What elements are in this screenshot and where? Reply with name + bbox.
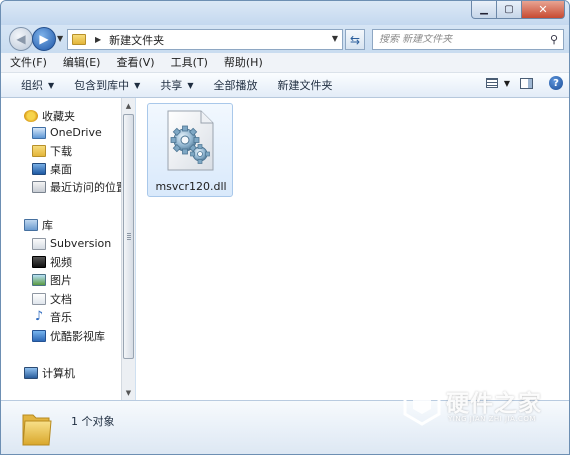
recent-pages-dropdown-icon[interactable]: ▼ bbox=[57, 34, 63, 43]
youku-library-icon bbox=[32, 329, 46, 342]
play-all-label: 全部播放 bbox=[213, 79, 258, 92]
nav-pane-scrollbar[interactable]: ▲ ▼ bbox=[121, 98, 135, 400]
address-row: ◀ ▶ ▼ ▶ 新建文件夹 ▼ ⇆ ⚲ bbox=[1, 25, 569, 53]
nav-computer[interactable]: 计算机 bbox=[1, 364, 75, 381]
menu-help[interactable]: 帮助(H) bbox=[215, 54, 270, 72]
refresh-icon: ⇆ bbox=[349, 32, 361, 47]
view-controls: ▼ ? bbox=[485, 76, 563, 90]
search-box[interactable]: ⚲ bbox=[372, 29, 564, 50]
scrollbar-thumb[interactable] bbox=[123, 114, 134, 359]
minimize-button[interactable]: ▁ bbox=[471, 1, 497, 19]
organize-button[interactable]: 组织 ▼ bbox=[1, 74, 64, 96]
watermark-url: YING JIAN ZHI JIA.COM bbox=[448, 415, 536, 423]
share-label: 共享 bbox=[160, 79, 183, 92]
menu-view[interactable]: 查看(V) bbox=[107, 54, 161, 72]
nav-item-label: 最近访问的位置 bbox=[50, 180, 121, 194]
window-controls: ▁ ▢ ✕ bbox=[471, 1, 565, 19]
nav-item-videos[interactable]: 视频 bbox=[1, 253, 72, 270]
nav-favorites-label: 收藏夹 bbox=[42, 109, 75, 123]
share-button[interactable]: 共享 ▼ bbox=[150, 74, 203, 96]
refresh-button[interactable]: ⇆ bbox=[345, 29, 365, 50]
documents-icon bbox=[32, 292, 46, 305]
item-count: 1 个对象 bbox=[71, 415, 115, 428]
scroll-down-arrow-icon[interactable]: ▼ bbox=[122, 385, 135, 400]
nav-item-label: 音乐 bbox=[50, 310, 72, 324]
new-folder-button[interactable]: 新建文件夹 bbox=[267, 74, 342, 96]
navigation-pane: 收藏夹 OneDrive 下载 桌面 最近访问的位置 库 Subversion bbox=[1, 98, 121, 400]
maximize-button[interactable]: ▢ bbox=[497, 1, 522, 19]
nav-item-label: OneDrive bbox=[50, 126, 102, 139]
chevron-down-icon: ▼ bbox=[48, 80, 55, 90]
organize-label: 组织 bbox=[21, 79, 43, 92]
menu-edit[interactable]: 编辑(E) bbox=[54, 54, 108, 72]
nav-item-label: 文档 bbox=[50, 292, 72, 306]
onedrive-icon bbox=[32, 126, 46, 139]
nav-item-desktop[interactable]: 桌面 bbox=[1, 160, 72, 177]
nav-item-onedrive[interactable]: OneDrive bbox=[1, 124, 102, 141]
dll-gear-icon bbox=[167, 110, 214, 171]
folder-icon bbox=[72, 34, 86, 45]
folder-icon bbox=[22, 414, 52, 446]
forward-button[interactable]: ▶ bbox=[32, 27, 56, 51]
include-in-library-button[interactable]: 包含到库中 ▼ bbox=[64, 74, 150, 96]
nav-item-documents[interactable]: 文档 bbox=[1, 290, 72, 307]
nav-favorites[interactable]: 收藏夹 bbox=[1, 107, 75, 124]
menu-bar: 文件(F) 编辑(E) 查看(V) 工具(T) 帮助(H) bbox=[1, 53, 569, 73]
desktop-icon bbox=[32, 162, 46, 175]
close-button[interactable]: ✕ bbox=[522, 1, 565, 19]
menu-tools[interactable]: 工具(T) bbox=[162, 54, 215, 72]
scrollbar-grip bbox=[127, 233, 131, 240]
search-icon[interactable]: ⚲ bbox=[550, 33, 558, 46]
command-bar: 组织 ▼ 包含到库中 ▼ 共享 ▼ 全部播放 新建文件夹 ▼ ? bbox=[1, 73, 569, 98]
nav-libraries-label: 库 bbox=[42, 218, 53, 232]
nav-item-label: 下载 bbox=[50, 144, 72, 158]
recent-places-icon bbox=[32, 180, 46, 193]
music-note-icon: ♪ bbox=[34, 308, 44, 324]
preview-pane-icon[interactable] bbox=[520, 77, 533, 89]
play-all-button[interactable]: 全部播放 bbox=[203, 74, 267, 96]
nav-item-label: 视频 bbox=[50, 255, 72, 269]
help-icon[interactable]: ? bbox=[549, 76, 563, 90]
nav-computer-label: 计算机 bbox=[42, 366, 75, 380]
file-name[interactable]: msvcr120.dll bbox=[148, 180, 234, 193]
nav-item-recent-places[interactable]: 最近访问的位置 bbox=[1, 178, 121, 195]
nav-item-downloads[interactable]: 下载 bbox=[1, 142, 72, 159]
menu-file[interactable]: 文件(F) bbox=[1, 54, 54, 72]
pictures-icon bbox=[32, 273, 46, 286]
nav-item-pictures[interactable]: 图片 bbox=[1, 271, 72, 288]
breadcrumb-arrow-icon[interactable]: ▶ bbox=[95, 35, 101, 44]
view-options-icon[interactable] bbox=[485, 78, 498, 88]
nav-item-label: Subversion bbox=[50, 237, 112, 250]
scroll-up-arrow-icon[interactable]: ▲ bbox=[122, 98, 135, 113]
chevron-down-icon: ▼ bbox=[134, 80, 141, 90]
library-icon bbox=[24, 218, 38, 231]
nav-item-label: 图片 bbox=[50, 273, 72, 287]
subversion-library-icon bbox=[32, 237, 46, 250]
back-button[interactable]: ◀ bbox=[9, 27, 33, 51]
watermark-logo-icon bbox=[403, 382, 441, 426]
nav-item-subversion[interactable]: Subversion bbox=[1, 235, 111, 252]
nav-item-youku-library[interactable]: 优酷影视库 bbox=[1, 327, 105, 344]
view-dropdown-icon[interactable]: ▼ bbox=[504, 79, 510, 88]
breadcrumb-current-folder[interactable]: 新建文件夹 bbox=[109, 32, 164, 48]
file-list[interactable]: msvcr120.dll bbox=[136, 98, 569, 400]
address-dropdown-icon[interactable]: ▼ bbox=[332, 34, 338, 43]
title-bar[interactable]: ▁ ▢ ✕ bbox=[1, 1, 569, 25]
chevron-down-icon: ▼ bbox=[187, 80, 194, 90]
search-input[interactable] bbox=[379, 34, 544, 45]
computer-icon bbox=[24, 366, 38, 379]
new-folder-label: 新建文件夹 bbox=[277, 79, 333, 92]
address-bar[interactable]: ▶ 新建文件夹 ▼ bbox=[67, 29, 343, 50]
video-icon bbox=[32, 255, 46, 268]
watermark-name: 硬件之家 bbox=[446, 391, 542, 417]
include-in-library-label: 包含到库中 bbox=[74, 79, 130, 92]
nav-libraries[interactable]: 库 bbox=[1, 216, 53, 233]
nav-item-music[interactable]: ♪ 音乐 bbox=[1, 308, 72, 325]
nav-item-label: 桌面 bbox=[50, 162, 72, 176]
watermark: 硬件之家 YING JIAN ZHI JIA.COM bbox=[402, 380, 562, 430]
nav-item-label: 优酷影视库 bbox=[50, 329, 105, 343]
downloads-icon bbox=[32, 144, 46, 157]
file-item[interactable]: msvcr120.dll bbox=[147, 103, 233, 197]
star-icon bbox=[24, 109, 38, 122]
